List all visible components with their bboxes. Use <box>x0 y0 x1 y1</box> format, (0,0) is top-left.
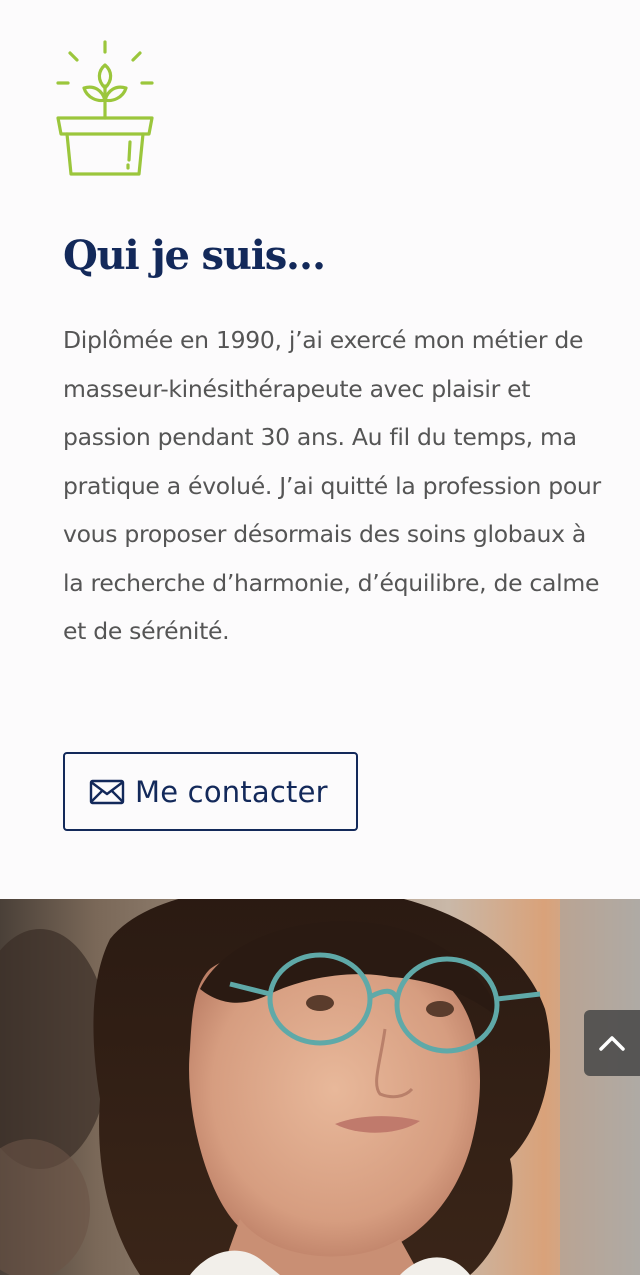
plant-pot-icon <box>56 40 154 176</box>
intro-paragraph: Diplômée en 1990, j’ai exercé mon métier… <box>63 326 601 645</box>
page: Qui je suis… Diplômée en 1990, j’ai exer… <box>0 0 640 1275</box>
contact-button[interactable]: Me contacter <box>63 752 358 831</box>
portrait-photo <box>0 899 640 1275</box>
scroll-top-button[interactable] <box>584 1010 640 1076</box>
page-title: Qui je suis… <box>63 232 326 279</box>
contact-button-label: Me contacter <box>135 774 328 809</box>
chevron-up-icon <box>599 1036 625 1051</box>
envelope-icon <box>89 779 125 804</box>
